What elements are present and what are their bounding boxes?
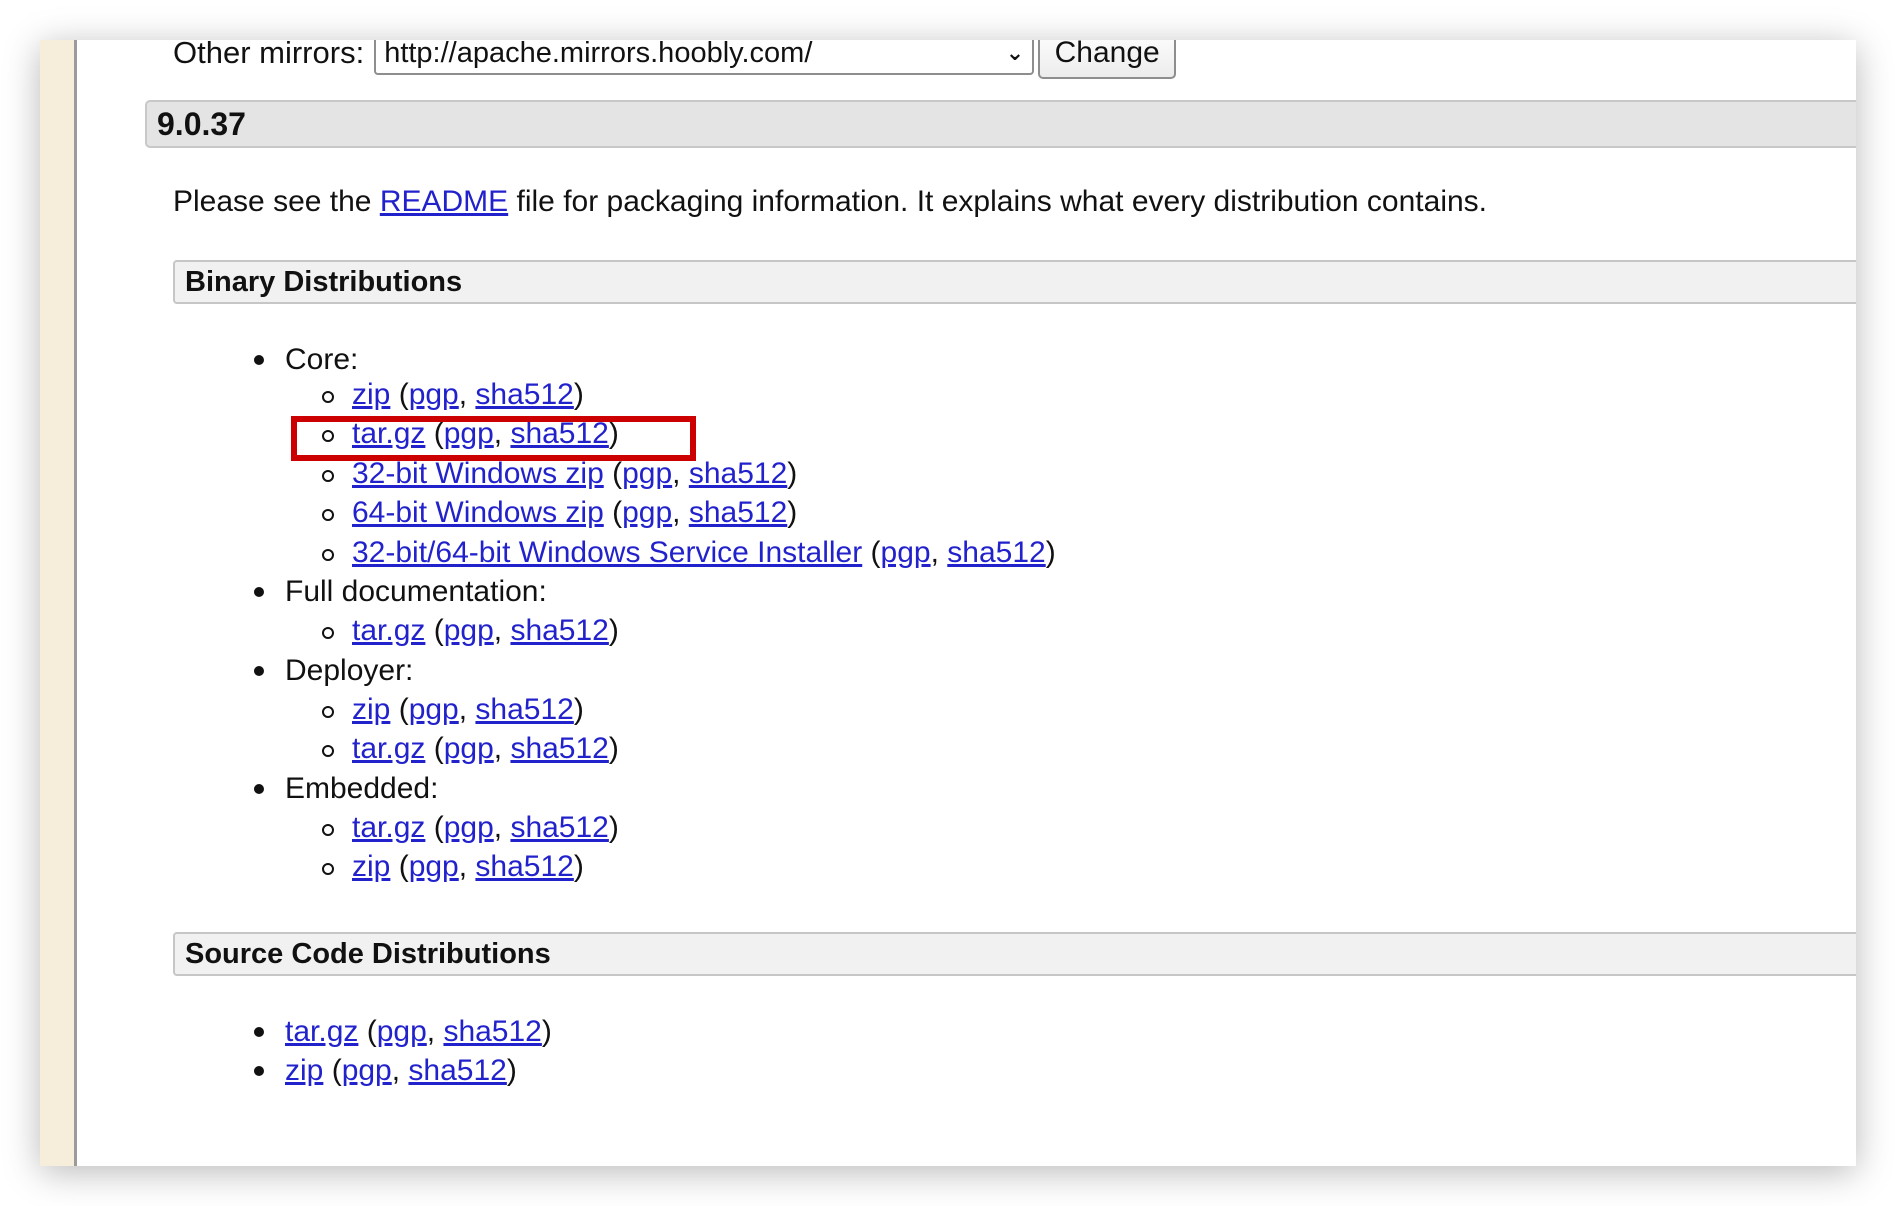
deployer-label: Deployer: (285, 654, 414, 687)
list-item: zip (pgp, sha512) (352, 850, 584, 883)
bullet-icon (254, 1027, 264, 1037)
docs-targz-sha512-link[interactable]: sha512 (510, 614, 608, 647)
core-win32-sha512-link[interactable]: sha512 (689, 457, 787, 490)
deployer-targz-sha512-link[interactable]: sha512 (510, 732, 608, 765)
bullet-icon (254, 587, 264, 597)
readme-link[interactable]: README (380, 185, 508, 218)
deployer-targz-link[interactable]: tar.gz (352, 732, 425, 765)
bullet-icon (254, 355, 264, 365)
mirror-select[interactable]: http://apache.mirrors.hoobly.com/ ⌄ (374, 40, 1035, 75)
deployer-zip-link[interactable]: zip (352, 693, 390, 726)
list-item: tar.gz (pgp, sha512) (352, 614, 619, 647)
core-zip-sha512-link[interactable]: sha512 (475, 378, 573, 411)
core-zip-pgp-link[interactable]: pgp (409, 378, 459, 411)
circle-bullet-icon (322, 509, 334, 521)
left-gutter (40, 40, 74, 1166)
circle-bullet-icon (322, 745, 334, 757)
source-targz-link[interactable]: tar.gz (285, 1015, 358, 1048)
circle-bullet-icon (322, 391, 334, 403)
core-label: Core: (285, 343, 359, 376)
binary-distributions-heading: Binary Distributions (173, 260, 1856, 304)
core-win64-zip-link[interactable]: 64-bit Windows zip (352, 496, 604, 529)
circle-bullet-icon (322, 824, 334, 836)
circle-bullet-icon (322, 549, 334, 561)
list-item: tar.gz (pgp, sha512) (352, 732, 619, 765)
list-item: zip (pgp, sha512) (352, 693, 584, 726)
source-targz-pgp-link[interactable]: pgp (377, 1015, 427, 1048)
mirror-row: Other mirrors: http://apache.mirrors.hoo… (173, 40, 1177, 84)
list-item: 64-bit Windows zip (pgp, sha512) (352, 496, 798, 529)
circle-bullet-icon (322, 706, 334, 718)
docs-targz-pgp-link[interactable]: pgp (444, 614, 494, 647)
circle-bullet-icon (322, 470, 334, 482)
core-installer-pgp-link[interactable]: pgp (881, 536, 931, 569)
embedded-zip-pgp-link[interactable]: pgp (409, 850, 459, 883)
core-win64-sha512-link[interactable]: sha512 (689, 496, 787, 529)
source-zip-pgp-link[interactable]: pgp (342, 1054, 392, 1087)
highlight-box (291, 416, 696, 461)
mirror-select-value: http://apache.mirrors.hoobly.com/ (384, 40, 813, 69)
circle-bullet-icon (322, 627, 334, 639)
embedded-zip-sha512-link[interactable]: sha512 (475, 850, 573, 883)
list-item: tar.gz (pgp, sha512) (352, 811, 619, 844)
deployer-zip-sha512-link[interactable]: sha512 (475, 693, 573, 726)
source-targz-sha512-link[interactable]: sha512 (443, 1015, 541, 1048)
list-item: zip (pgp, sha512) (352, 378, 584, 411)
embedded-targz-sha512-link[interactable]: sha512 (510, 811, 608, 844)
list-item: 32-bit/64-bit Windows Service Installer … (352, 536, 1056, 569)
embedded-targz-pgp-link[interactable]: pgp (444, 811, 494, 844)
bullet-icon (254, 784, 264, 794)
embedded-zip-link[interactable]: zip (352, 850, 390, 883)
deployer-targz-pgp-link[interactable]: pgp (444, 732, 494, 765)
source-zip-sha512-link[interactable]: sha512 (408, 1054, 506, 1087)
core-installer-link[interactable]: 32-bit/64-bit Windows Service Installer (352, 536, 862, 569)
docs-targz-link[interactable]: tar.gz (352, 614, 425, 647)
core-win64-pgp-link[interactable]: pgp (622, 496, 672, 529)
core-win32-pgp-link[interactable]: pgp (622, 457, 672, 490)
change-button[interactable]: Change (1038, 40, 1177, 79)
mirror-label: Other mirrors: (173, 40, 365, 70)
core-installer-sha512-link[interactable]: sha512 (947, 536, 1045, 569)
bullet-icon (254, 666, 264, 676)
embedded-targz-link[interactable]: tar.gz (352, 811, 425, 844)
circle-bullet-icon (322, 863, 334, 875)
list-item: zip (pgp, sha512) (285, 1054, 517, 1087)
source-code-distributions-heading: Source Code Distributions (173, 932, 1856, 976)
full-documentation-label: Full documentation: (285, 575, 547, 608)
bullet-icon (254, 1066, 264, 1076)
source-zip-link[interactable]: zip (285, 1054, 323, 1087)
core-zip-link[interactable]: zip (352, 378, 390, 411)
intro-text-after: file for packaging information. It expla… (508, 185, 1488, 218)
chevron-down-icon: ⌄ (1005, 40, 1025, 65)
list-item: tar.gz (pgp, sha512) (285, 1015, 552, 1048)
page-content: Other mirrors: http://apache.mirrors.hoo… (77, 40, 1856, 1166)
screenshot-frame: Other mirrors: http://apache.mirrors.hoo… (40, 40, 1856, 1166)
version-heading: 9.0.37 (145, 100, 1856, 148)
intro-text-before: Please see the (173, 185, 380, 218)
intro-paragraph: Please see the README file for packaging… (173, 185, 1487, 219)
embedded-label: Embedded: (285, 772, 439, 805)
core-win32-zip-link[interactable]: 32-bit Windows zip (352, 457, 604, 490)
deployer-zip-pgp-link[interactable]: pgp (409, 693, 459, 726)
